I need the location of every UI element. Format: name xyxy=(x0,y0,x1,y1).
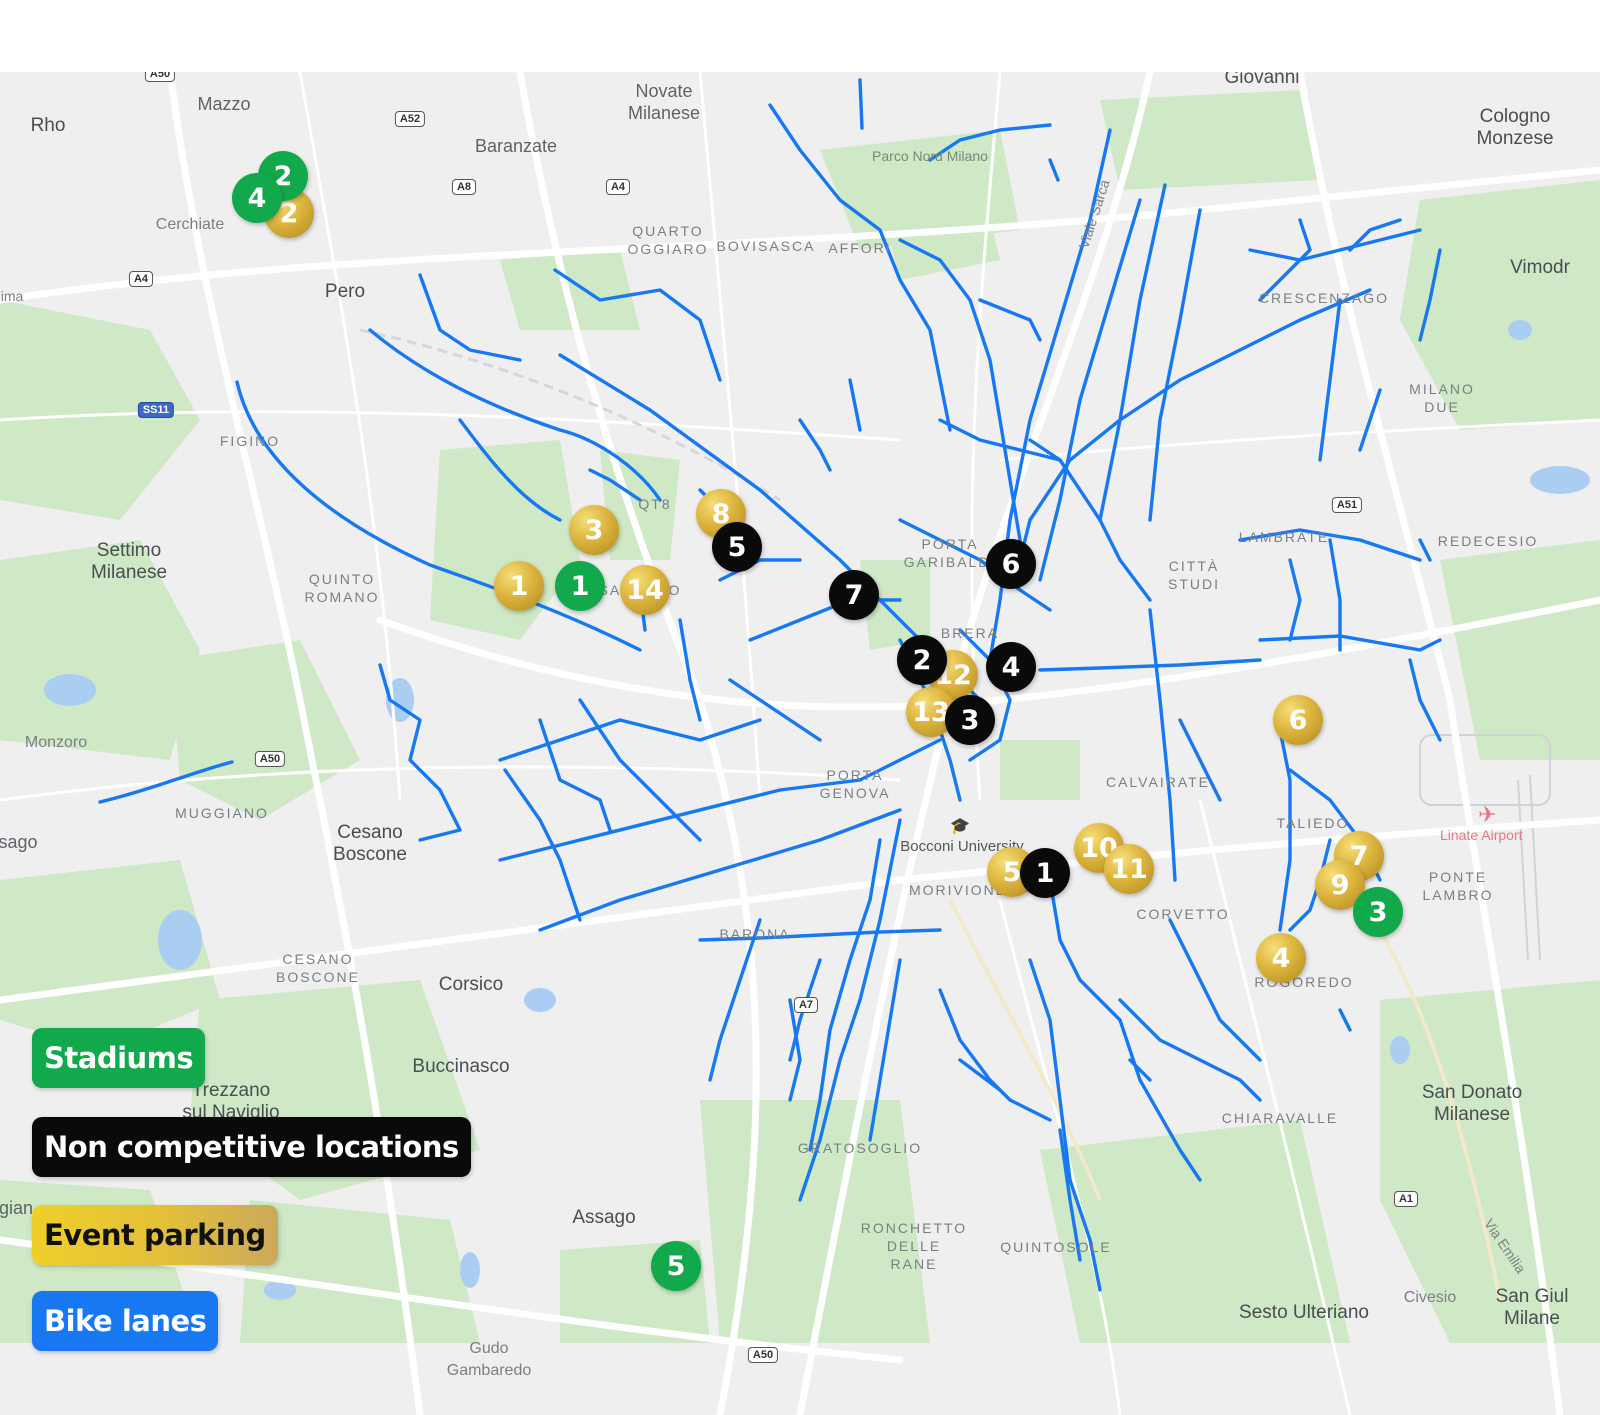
place-label-san-donato: San Donato Milanese xyxy=(1421,1082,1523,1125)
university-icon: 🎓 xyxy=(950,818,970,835)
event-parking-marker-11[interactable]: 11 xyxy=(1104,844,1154,894)
legend-stadiums: Stadiums xyxy=(32,1028,206,1088)
district-label-porta-garibaldi: PORTA GARIBALDI xyxy=(903,536,997,570)
district-label-porta-genova: PORTA GENOVA xyxy=(819,767,891,801)
place-label-buccinasco: Buccinasco xyxy=(412,1056,510,1077)
park-area xyxy=(430,440,580,640)
event-parking-marker-4[interactable]: 4 xyxy=(1256,933,1306,983)
road-shield-a50: A50 xyxy=(144,72,176,82)
district-label-lambrate: LAMBRATE xyxy=(1238,529,1330,545)
event-parking-marker-3[interactable]: 3 xyxy=(569,505,619,555)
place-label-gian: gian xyxy=(0,1198,34,1218)
place-label-assago: Assago xyxy=(572,1207,636,1228)
district-label-taliedo: TALIEDO xyxy=(1276,815,1350,831)
road-shield-a4: A4 xyxy=(605,179,631,195)
district-label-quarto-oggiaro: QUARTO OGGIARO xyxy=(627,223,709,257)
lake xyxy=(44,674,96,706)
place-label-gudo: Gudo Gambaredo xyxy=(446,1340,532,1379)
district-label-qt8: QT8 xyxy=(638,496,672,512)
district-label-calvairate: CALVAIRATE xyxy=(1105,774,1211,790)
lake xyxy=(1530,466,1590,494)
place-label-corsico: Corsico xyxy=(438,974,504,995)
district-label-citta-studi: CITTÀ STUDI xyxy=(1168,558,1220,592)
stadium-marker-3[interactable]: 3 xyxy=(1353,887,1403,937)
road-shield-ss11: SS11 xyxy=(137,402,175,418)
poi-label-parco-nord: Parco Nord Milano xyxy=(872,148,988,164)
place-label-mazzo: Mazzo xyxy=(197,94,251,114)
district-label-crescenzago: CRESCENZAGO xyxy=(1258,290,1390,306)
place-label-baranzate: Baranzate xyxy=(474,136,558,156)
stadium-marker-5[interactable]: 5 xyxy=(651,1241,701,1291)
district-label-redecesio: REDECESIO xyxy=(1437,533,1539,549)
district-label-gratosoglio: GRATOSOGLIO xyxy=(797,1140,923,1156)
non-competitive-marker-7[interactable]: 7 xyxy=(829,570,879,620)
place-label-cologno: Cologno Monzese xyxy=(1476,106,1554,149)
lake xyxy=(460,1252,480,1288)
legend-non-competitive-locations: Non competitive locations xyxy=(32,1117,471,1177)
place-label-sago: sago xyxy=(0,832,38,852)
place-label-pero: Pero xyxy=(324,281,366,302)
road-shield-a52: A52 xyxy=(394,111,426,127)
lake xyxy=(1390,1036,1410,1064)
district-label-brera: BRERA xyxy=(940,625,1000,641)
lake xyxy=(158,910,202,970)
legend-bike-lanes: Bike lanes xyxy=(32,1291,219,1351)
place-label-ima: ima xyxy=(0,288,24,304)
place-label-novate: Novate Milanese xyxy=(627,81,701,123)
road-shield-a7: A7 xyxy=(793,997,819,1013)
district-label-ronchetto: RONCHETTO DELLE RANE xyxy=(860,1220,968,1272)
place-label-monzoro: Monzoro xyxy=(24,734,88,751)
park-area xyxy=(1440,540,1600,760)
airport-icon: ✈ xyxy=(1478,802,1497,827)
place-label-cesano: Cesano Boscone xyxy=(333,822,407,865)
non-competitive-marker-6[interactable]: 6 xyxy=(986,539,1036,589)
place-label-rho: Rho xyxy=(30,115,66,136)
district-label-muggiano: MUGGIANO xyxy=(175,805,269,821)
park-area xyxy=(170,640,360,820)
place-label-civesio: Civesio xyxy=(1403,1289,1457,1306)
place-label-vimodr: Vimodr xyxy=(1510,257,1570,278)
district-label-bovisasca: BOVISASCA xyxy=(716,238,816,254)
road-shield-a51: A51 xyxy=(1331,497,1363,513)
park-area xyxy=(1000,740,1080,800)
non-competitive-marker-1[interactable]: 1 xyxy=(1020,848,1070,898)
road-shield-a50: A50 xyxy=(747,1347,779,1363)
district-label-chiaravalle: CHIARAVALLE xyxy=(1221,1110,1339,1126)
place-label-cerchiate: Cerchiate xyxy=(155,216,225,233)
district-label-barona: BARONA xyxy=(719,926,791,942)
lake xyxy=(524,988,556,1012)
non-competitive-marker-5[interactable]: 5 xyxy=(712,522,762,572)
district-label-cesano-boscone: CESANO BOSCONE xyxy=(275,951,361,985)
district-label-affori: AFFORI xyxy=(828,240,892,256)
stadium-marker-1[interactable]: 1 xyxy=(555,561,605,611)
event-parking-marker-6[interactable]: 6 xyxy=(1273,695,1323,745)
district-label-figino: FIGINO xyxy=(219,433,281,449)
event-parking-marker-14[interactable]: 14 xyxy=(620,565,670,615)
non-competitive-marker-4[interactable]: 4 xyxy=(986,642,1036,692)
district-label-quinto-romano: QUINTO ROMANO xyxy=(304,571,380,605)
road-shield-a4: A4 xyxy=(128,271,154,287)
event-parking-marker-1[interactable]: 1 xyxy=(494,561,544,611)
stadium-marker-4[interactable]: 4 xyxy=(232,173,282,223)
district-label-ponte-lambro: PONTE LAMBRO xyxy=(1422,869,1494,903)
road-shield-a1: A1 xyxy=(1393,1191,1419,1207)
district-label-quintosole: QUINTOSOLE xyxy=(1000,1239,1112,1255)
poi-label-linate: Linate Airport xyxy=(1440,827,1523,843)
place-label-san-giuliano: San Giul Milane xyxy=(1495,1286,1569,1329)
road-shield-a50: A50 xyxy=(254,751,286,767)
place-label-settimo: Settimo Milanese xyxy=(90,540,168,583)
non-competitive-marker-2[interactable]: 2 xyxy=(897,635,947,685)
non-competitive-marker-3[interactable]: 3 xyxy=(945,695,995,745)
legend-event-parking: Event parking xyxy=(32,1205,278,1265)
road-shield-a8: A8 xyxy=(451,179,477,195)
place-label-sesto-ulteriano: Sesto Ulteriano xyxy=(1239,1302,1369,1323)
district-label-corvetto: CORVETTO xyxy=(1136,906,1230,922)
place-label-giovanni: Giovanni xyxy=(1224,72,1300,88)
lake xyxy=(1508,320,1532,340)
district-label-milano-due: MILANO DUE xyxy=(1409,381,1475,415)
